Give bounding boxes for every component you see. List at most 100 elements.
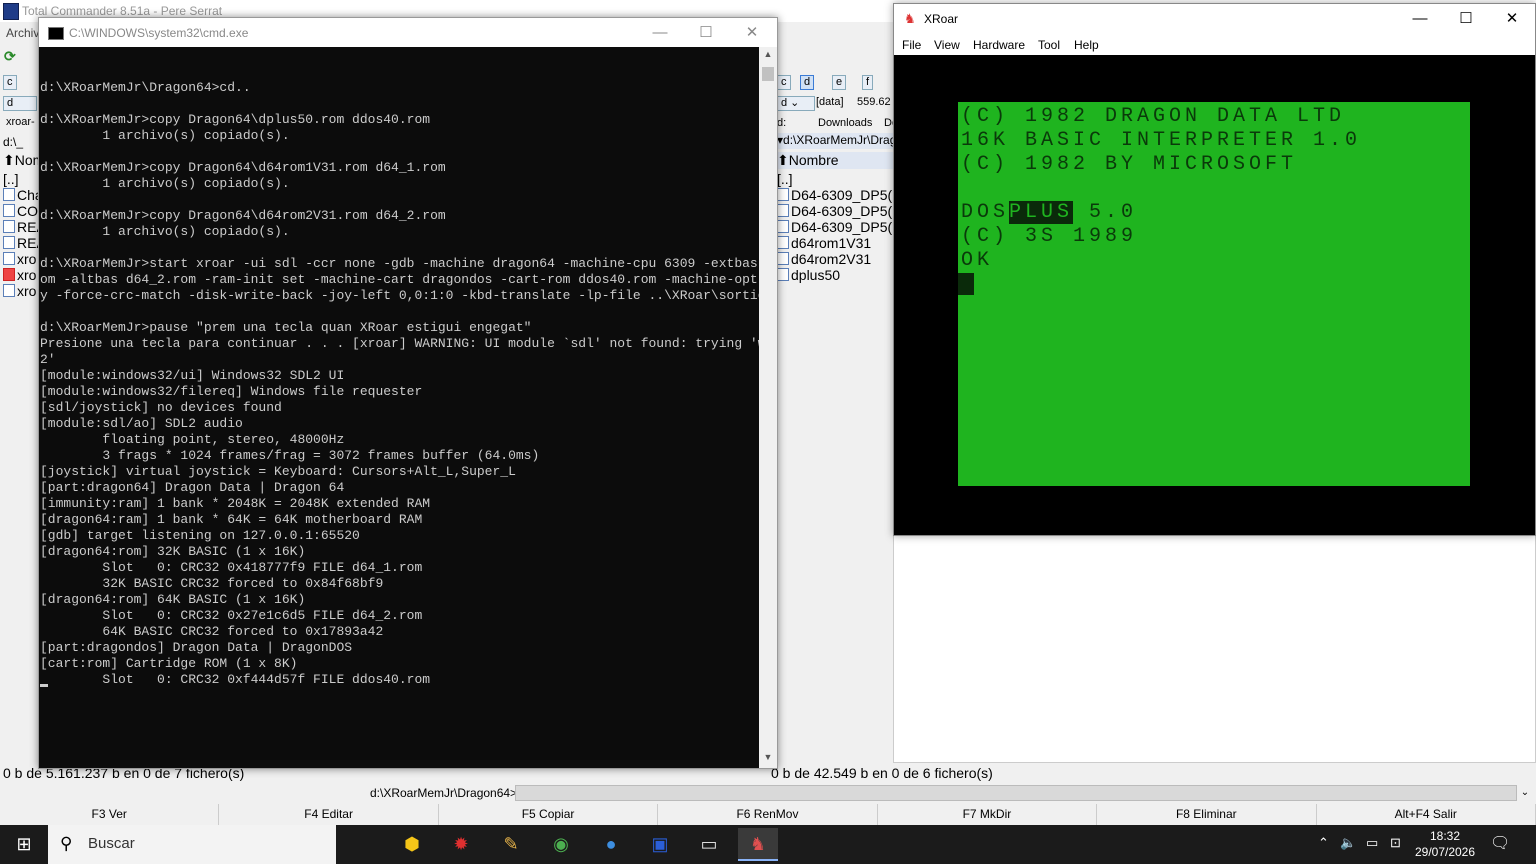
- console-output-area[interactable]: d:\XRoarMemJr\Dragon64>cd.. d:\XRoarMemJ…: [39, 47, 759, 768]
- list-item[interactable]: d64rom1V31: [777, 235, 893, 251]
- file-name: xro: [17, 267, 37, 283]
- taskbar: ⊞ ⚲ Buscar ⬢ ✹ ✎ ◉ ● ▣ ▭ ♞ ⌃ 🔈 ▭ ⊡ 18:32…: [0, 825, 1536, 864]
- list-item[interactable]: d64rom2V31: [777, 251, 893, 267]
- altf4-exit-button[interactable]: Alt+F4 Salir: [1316, 804, 1536, 825]
- f7-mkdir-button[interactable]: F7 MkDir: [877, 804, 1098, 825]
- f5-copy-button[interactable]: F5 Copiar: [438, 804, 659, 825]
- taskbar-clock[interactable]: 18:32 29/07/2026: [1410, 828, 1480, 860]
- sort-up-icon: ⬆: [777, 152, 789, 168]
- close-button[interactable]: ✕: [729, 18, 775, 47]
- right-path-label: d:\XRoarMemJr\Drago: [783, 133, 893, 147]
- file-name: D64-6309_DP5(: [791, 203, 893, 219]
- minimize-button[interactable]: —: [637, 18, 683, 47]
- file-name: dplus50: [791, 267, 841, 283]
- cmd-titlebar[interactable]: C:\WINDOWS\system32\cmd.exe — ☐ ✕: [39, 18, 777, 47]
- list-item[interactable]: dplus50: [777, 267, 893, 283]
- emulator-text: (C) 1982 DRAGON DATA LTD 16K BASIC INTER…: [961, 105, 1361, 273]
- menu-hardware[interactable]: Hardware: [973, 38, 1025, 52]
- right-header-label: Nombre: [788, 152, 839, 168]
- file-icon: [777, 188, 789, 201]
- file-name: d64rom2V31: [791, 251, 872, 267]
- clock-time: 18:32: [1429, 829, 1461, 843]
- notification-icon[interactable]: 🗨: [1490, 833, 1512, 853]
- free-space: 559.62: [857, 96, 891, 108]
- list-item[interactable]: D64-6309_DP5(: [777, 219, 893, 235]
- right-col-header-name[interactable]: ⬆Nombre: [777, 152, 893, 169]
- file-icon: [777, 220, 789, 233]
- terminal-icon[interactable]: ▭: [689, 828, 729, 861]
- scrollbar-thumb[interactable]: [762, 67, 774, 81]
- file-icon: [3, 188, 15, 201]
- thunderbird-icon[interactable]: ●: [591, 828, 631, 861]
- list-item[interactable]: D64-6309_DP5(: [777, 203, 893, 219]
- f8-delete-button[interactable]: F8 Eliminar: [1097, 804, 1317, 825]
- file-name: [..]: [3, 171, 19, 187]
- file-icon: [3, 220, 15, 233]
- screen-line-5a: DOS: [961, 201, 1010, 224]
- f3-view-button[interactable]: F3 Ver: [0, 804, 220, 825]
- screen-line-6: (C) 3S 1989: [961, 225, 1138, 248]
- search-placeholder: Buscar: [88, 835, 135, 852]
- refresh-icon[interactable]: ⟳: [4, 48, 22, 64]
- list-item[interactable]: D64-6309_DP5(: [777, 187, 893, 203]
- file-icon: [777, 252, 789, 265]
- right-panel-empty-area[interactable]: [893, 535, 1536, 763]
- maximize-button[interactable]: ☐: [1443, 4, 1489, 34]
- f4-edit-button[interactable]: F4 Editar: [219, 804, 439, 825]
- maximize-button[interactable]: ☐: [683, 18, 729, 47]
- search-box[interactable]: ⚲ Buscar: [48, 825, 336, 864]
- close-button[interactable]: ✕: [1489, 4, 1535, 34]
- file-icon: [3, 236, 15, 249]
- windows-start-icon[interactable]: ⊞: [0, 825, 48, 864]
- menu-view[interactable]: View: [934, 38, 960, 52]
- network-icon[interactable]: ⊡: [1390, 835, 1401, 851]
- drive-button-c[interactable]: c: [3, 75, 17, 90]
- f6-renmov-button[interactable]: F6 RenMov: [658, 804, 878, 825]
- status-right: 0 b de 42.549 b en 0 de 6 fichero(s): [771, 765, 993, 781]
- battery-icon[interactable]: ▭: [1366, 835, 1378, 851]
- emulator-screen[interactable]: (C) 1982 DRAGON DATA LTD 16K BASIC INTER…: [958, 102, 1470, 486]
- drive-button-d[interactable]: d: [800, 75, 815, 90]
- file-icon: [777, 236, 789, 249]
- menu-help[interactable]: Help: [1074, 38, 1099, 52]
- xroar-icon[interactable]: ♞: [738, 828, 778, 861]
- vertical-scrollbar[interactable]: ▲ ▼: [759, 47, 777, 768]
- tab-d[interactable]: d:: [777, 117, 786, 129]
- chrome-icon[interactable]: ◉: [541, 828, 581, 861]
- file-name: D64-6309_DP5(: [791, 219, 893, 235]
- command-path: d:\XRoarMemJr\Dragon64>: [370, 786, 518, 800]
- drive-button-c[interactable]: c: [777, 75, 791, 90]
- command-input[interactable]: [515, 785, 1517, 801]
- search-icon: ⚲: [60, 834, 73, 853]
- chevron-down-icon[interactable]: ⌄: [1517, 785, 1533, 801]
- scroll-up-icon[interactable]: ▲: [759, 49, 777, 63]
- xroar-titlebar[interactable]: ♞ XRoar — ☐ ✕: [894, 4, 1535, 34]
- chevron-up-icon[interactable]: ⌃: [1318, 835, 1329, 851]
- tc-menu-archivo[interactable]: Archiv: [6, 26, 39, 40]
- screen-line-5c: 5.0: [1073, 201, 1138, 224]
- minimize-button[interactable]: —: [1397, 4, 1443, 34]
- screen-line-5b-inverse: PLUS: [1009, 201, 1074, 224]
- drive-button-f[interactable]: f: [862, 75, 874, 90]
- tab-xroar[interactable]: xroar-: [6, 116, 35, 128]
- app-icon[interactable]: ⬢: [392, 828, 432, 861]
- scroll-down-icon[interactable]: ▼: [759, 752, 777, 766]
- menu-tool[interactable]: Tool: [1038, 38, 1060, 52]
- drive-button-e[interactable]: e: [832, 75, 847, 90]
- menu-file[interactable]: File: [902, 38, 921, 52]
- list-item[interactable]: [..]: [777, 171, 893, 187]
- drive-combo-left[interactable]: d: [3, 96, 37, 111]
- function-key-bar: F3 Ver F4 Editar F5 Copiar F6 RenMov F7 …: [0, 804, 1536, 825]
- drive-combo-right[interactable]: d ⌄: [777, 96, 815, 111]
- cmd-window: C:\WINDOWS\system32\cmd.exe — ☐ ✕ d:\XRo…: [38, 17, 778, 769]
- drive-combo-label: d: [781, 97, 788, 109]
- tc-app-icon: [3, 3, 19, 20]
- 32-icon[interactable]: ✹: [441, 828, 481, 861]
- file-icon: [3, 252, 15, 265]
- volume-icon[interactable]: 🔈: [1340, 835, 1356, 851]
- file-icon: [777, 204, 789, 217]
- left-panel-path: d:\_: [3, 135, 24, 149]
- save-icon[interactable]: ▣: [640, 828, 680, 861]
- notes-icon[interactable]: ✎: [491, 828, 531, 861]
- tab-downloads[interactable]: Downloads: [818, 117, 872, 129]
